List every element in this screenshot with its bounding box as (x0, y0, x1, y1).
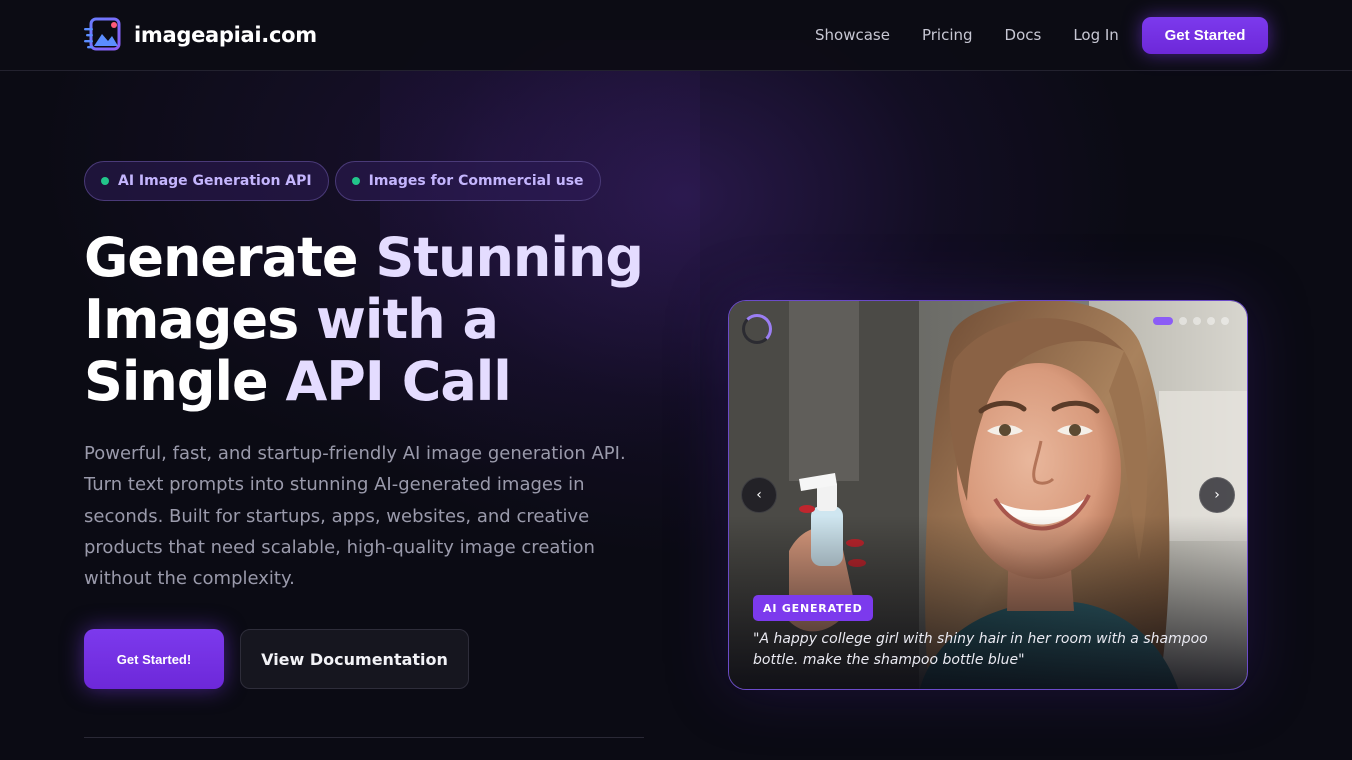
carousel-pagination (1147, 317, 1229, 325)
headline-line-3: Single API Call (84, 351, 684, 413)
nav-link-docs[interactable]: Docs (1005, 26, 1042, 44)
view-documentation-button[interactable]: View Documentation (240, 629, 469, 689)
headline-word: with a (316, 288, 499, 351)
carousel-prev-button[interactable]: ‹ (741, 477, 777, 513)
nav-link-showcase[interactable]: Showcase (815, 26, 890, 44)
carousel-dot-2[interactable] (1179, 317, 1187, 325)
get-started-button[interactable]: Get Started! (84, 629, 224, 689)
brand-name: imageapiai.com (134, 23, 317, 47)
carousel-dot-1[interactable] (1153, 317, 1173, 325)
headline-word: Single (84, 350, 286, 413)
headline-line-1: Generate Stunning (84, 227, 684, 289)
get-started-nav-button[interactable]: Get Started (1142, 17, 1268, 54)
nav-links: Showcase Pricing Docs Log In (815, 26, 1151, 44)
carousel-next-button[interactable]: › (1199, 477, 1235, 513)
hero-description: Powerful, fast, and startup-friendly AI … (84, 443, 626, 590)
nav-link-login[interactable]: Log In (1073, 26, 1119, 44)
headline-word: Stunning (375, 226, 644, 289)
hero-headline: Generate Stunning Images with a Single A… (84, 227, 684, 413)
headline-word: API Call (285, 350, 511, 413)
badge-label: AI Image Generation API (118, 173, 312, 189)
brand-logo[interactable]: imageapiai.com (84, 16, 317, 54)
hero-badges: AI Image Generation API Images for Comme… (84, 161, 607, 201)
nav-link-pricing[interactable]: Pricing (922, 26, 973, 44)
top-navbar: imageapiai.com Showcase Pricing Docs Log… (0, 0, 1352, 71)
carousel-dot-3[interactable] (1193, 317, 1201, 325)
badge-label: Images for Commercial use (368, 173, 584, 189)
headline-line-2: Images with a (84, 289, 684, 351)
status-dot-icon (351, 177, 360, 185)
logo-image-icon (84, 17, 121, 51)
loading-spinner-icon (742, 314, 772, 344)
section-divider (84, 737, 644, 738)
carousel-dot-4[interactable] (1207, 317, 1215, 325)
image-prompt-caption: "A happy college girl with shiny hair in… (753, 631, 1208, 668)
ai-generated-badge: AI GENERATED (753, 595, 873, 621)
headline-word: Images (84, 288, 317, 351)
badge-image-generation-api: AI Image Generation API (84, 161, 329, 201)
image-carousel[interactable]: ‹ › AI GENERATED "A happy college girl w… (728, 300, 1248, 690)
carousel-dot-5[interactable] (1221, 317, 1229, 325)
headline-word: Generate (84, 226, 376, 289)
status-dot-icon (101, 177, 109, 185)
badge-commercial-use: Images for Commercial use (334, 161, 601, 201)
